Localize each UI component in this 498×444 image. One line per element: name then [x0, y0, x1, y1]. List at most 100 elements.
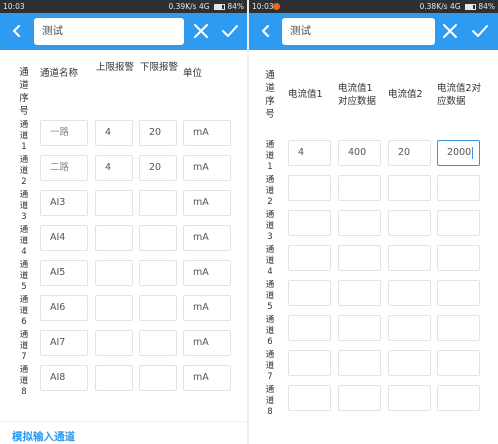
unit-input[interactable]: mA: [183, 225, 231, 251]
current-1-input[interactable]: [288, 175, 331, 201]
lower-alarm-input[interactable]: [139, 365, 177, 391]
lower-alarm-input[interactable]: 20: [139, 155, 177, 181]
search-input[interactable]: 测试: [34, 18, 184, 45]
battery-icon: [464, 4, 476, 10]
unit-input[interactable]: mA: [183, 190, 231, 216]
channel-name-input[interactable]: AI5: [40, 260, 88, 286]
channel-name-input[interactable]: AI7: [40, 330, 88, 356]
current-2-data-input[interactable]: [437, 315, 480, 341]
clear-button[interactable]: [440, 21, 460, 41]
upper-alarm-input[interactable]: [95, 225, 133, 251]
channel-name-input[interactable]: AI3: [40, 190, 88, 216]
current-2-input[interactable]: [388, 315, 431, 341]
current-2-data-input[interactable]: 2000: [437, 140, 480, 166]
channel-name-input[interactable]: AI8: [40, 365, 88, 391]
current-1-data-input[interactable]: [338, 175, 381, 201]
channel-name-input[interactable]: AI6: [40, 295, 88, 321]
chevron-left-icon: [261, 24, 270, 38]
current-2-input[interactable]: [388, 280, 431, 306]
app-bar: 测试: [249, 13, 498, 50]
row-channel-label: 通道7: [265, 350, 275, 382]
current-2-input[interactable]: [388, 175, 431, 201]
status-bar: 10:03 0.39K/s 4G 84%: [0, 0, 247, 13]
row-channel-label: 通道3: [19, 190, 29, 222]
back-button[interactable]: [8, 21, 26, 41]
current-2-data-input[interactable]: [437, 175, 480, 201]
row-channel-label: 通道6: [19, 295, 29, 327]
current-1-data-input[interactable]: [338, 245, 381, 271]
current-1-data-input[interactable]: [338, 350, 381, 376]
upper-alarm-input[interactable]: [95, 260, 133, 286]
lower-alarm-input[interactable]: 20: [139, 120, 177, 146]
text-cursor: [472, 146, 474, 159]
network-speed: 0.39K/s: [168, 2, 197, 11]
header-unit: 单位: [183, 68, 203, 79]
search-input[interactable]: 测试: [282, 18, 435, 45]
analog-input-tab[interactable]: 模拟输入通道: [12, 429, 75, 444]
current-1-data-input[interactable]: [338, 385, 381, 411]
header-current-2: 电流值2: [388, 89, 423, 100]
battery-level: 84%: [478, 2, 495, 11]
lower-alarm-input[interactable]: [139, 190, 177, 216]
row-channel-label: 通道5: [265, 280, 275, 312]
current-1-input[interactable]: 4: [288, 140, 331, 166]
upper-alarm-input[interactable]: [95, 330, 133, 356]
row-channel-label: 通道4: [19, 225, 29, 257]
current-2-input[interactable]: [388, 385, 431, 411]
current-1-input[interactable]: [288, 280, 331, 306]
current-2-input[interactable]: [388, 245, 431, 271]
current-1-input[interactable]: [288, 350, 331, 376]
header-channel-name: 通道名称: [40, 68, 79, 79]
current-2-data-input[interactable]: [437, 350, 480, 376]
current-1-input[interactable]: [288, 385, 331, 411]
current-1-input[interactable]: [288, 245, 331, 271]
confirm-button[interactable]: [470, 21, 490, 41]
lower-alarm-input[interactable]: [139, 295, 177, 321]
current-2-input[interactable]: [388, 350, 431, 376]
channel-name-input[interactable]: AI4: [40, 225, 88, 251]
current-2-data-input[interactable]: [437, 245, 480, 271]
upper-alarm-input[interactable]: [95, 190, 133, 216]
current-2-data-input[interactable]: [437, 280, 480, 306]
close-icon: [443, 24, 457, 38]
unit-input[interactable]: mA: [183, 330, 231, 356]
unit-input[interactable]: mA: [183, 120, 231, 146]
lower-alarm-input[interactable]: [139, 225, 177, 251]
current-1-data-input[interactable]: [338, 315, 381, 341]
current-1-data-input[interactable]: [338, 280, 381, 306]
header-upper-alarm: 上限报警: [96, 62, 135, 73]
upper-alarm-input[interactable]: 4: [95, 120, 133, 146]
back-button[interactable]: [257, 21, 275, 41]
upper-alarm-input[interactable]: 4: [95, 155, 133, 181]
current-2-data-input[interactable]: [437, 210, 480, 236]
right-screen: 10:03 0.38K/s 4G 84% 测试 通道序号 电流值1 电流值1对应…: [249, 0, 498, 444]
row-channel-label: 通道4: [265, 245, 275, 277]
channel-name-input[interactable]: 二路: [40, 155, 88, 181]
lower-alarm-input[interactable]: [139, 330, 177, 356]
unit-input[interactable]: mA: [183, 260, 231, 286]
status-bar: 10:03 0.38K/s 4G 84%: [249, 0, 498, 13]
unit-input[interactable]: mA: [183, 295, 231, 321]
current-2-input[interactable]: [388, 210, 431, 236]
confirm-button[interactable]: [220, 21, 240, 41]
current-1-input[interactable]: [288, 315, 331, 341]
battery-level: 84%: [227, 2, 244, 11]
current-1-data-input[interactable]: [338, 210, 381, 236]
channel-name-input[interactable]: 一路: [40, 120, 88, 146]
divider-line: [0, 421, 247, 422]
current-1-input[interactable]: [288, 210, 331, 236]
header-current-1-data: 电流值1对应数据: [338, 83, 377, 107]
clear-button[interactable]: [191, 21, 211, 41]
current-1-data-input[interactable]: 400: [338, 140, 381, 166]
current-2-input[interactable]: 20: [388, 140, 431, 166]
header-current-1: 电流值1: [288, 89, 323, 100]
current-2-data-input[interactable]: [437, 385, 480, 411]
upper-alarm-input[interactable]: [95, 365, 133, 391]
status-right: 0.38K/s 4G 84%: [420, 0, 496, 13]
upper-alarm-input[interactable]: [95, 295, 133, 321]
status-right: 0.39K/s 4G 84%: [169, 0, 245, 13]
unit-input[interactable]: mA: [183, 155, 231, 181]
unit-input[interactable]: mA: [183, 365, 231, 391]
lower-alarm-input[interactable]: [139, 260, 177, 286]
notification-icon: [273, 3, 280, 10]
